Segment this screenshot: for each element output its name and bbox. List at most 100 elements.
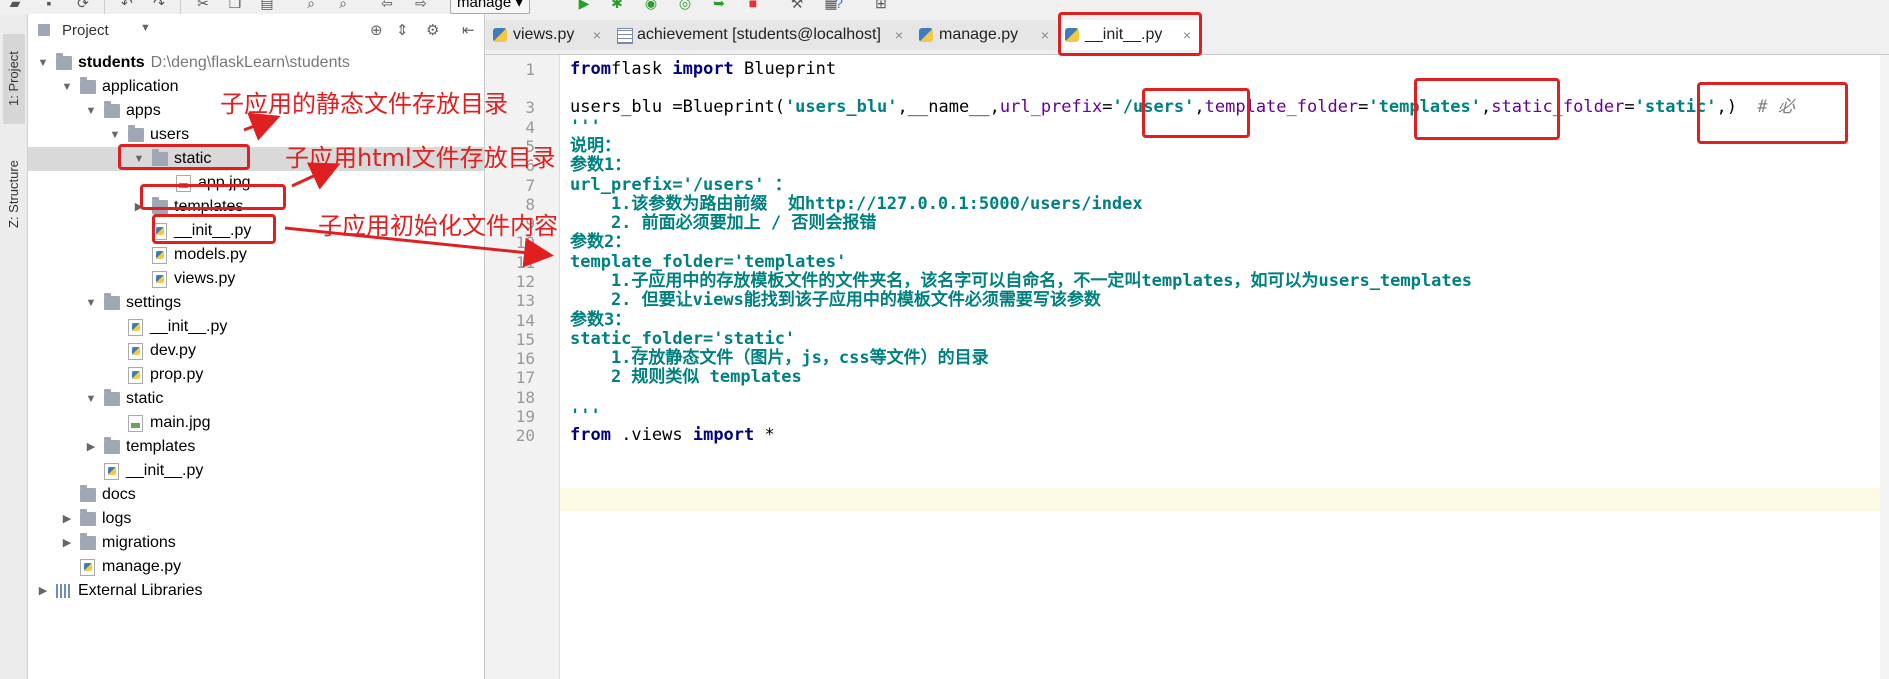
- code-token: 参数1：: [570, 155, 632, 175]
- code-editor[interactable]: fromflask import Blueprint users_blu =Blu…: [560, 55, 1880, 679]
- current-line-highlight: [560, 488, 1880, 511]
- sync-icon[interactable]: ⟳: [74, 0, 92, 12]
- code-token: 2. 前面必须要加上 / 否则会报错: [570, 213, 877, 233]
- tree-item[interactable]: docs: [28, 483, 484, 507]
- code-token: url_prefix='/users' ：: [570, 175, 792, 195]
- project-icon: [38, 24, 50, 36]
- tree-item-label: prop.py: [150, 366, 204, 383]
- copy-icon[interactable]: ❐: [226, 0, 244, 12]
- chevron-right-icon[interactable]: ▶: [84, 435, 98, 459]
- redo-icon[interactable]: ↷: [150, 0, 168, 12]
- tree-item-label: main.jpg: [150, 414, 211, 431]
- replace-icon[interactable]: ⌕: [334, 0, 352, 12]
- tree-item[interactable]: dev.py: [28, 339, 484, 363]
- editor-scrollbar[interactable]: [1880, 55, 1889, 679]
- tree-item[interactable]: ▼ static: [28, 387, 484, 411]
- code-token: ''': [570, 406, 601, 426]
- save-icon[interactable]: ▪: [40, 0, 58, 12]
- vcs-icon[interactable]: ⊞: [872, 0, 890, 12]
- coverage-icon[interactable]: ◉: [642, 0, 660, 12]
- tree-item[interactable]: main.jpg: [28, 411, 484, 435]
- line-number: 7: [525, 176, 535, 195]
- editor-tab-label: manage.py: [939, 26, 1019, 43]
- code-token: 说明：: [570, 136, 621, 156]
- code-token: .views: [610, 425, 693, 445]
- line-number: 19: [515, 407, 535, 426]
- table-icon: [617, 28, 633, 44]
- code-line: 2 规则类似 templates: [570, 366, 802, 388]
- static-folder-param-highlight: [1697, 82, 1848, 144]
- chevron-down-icon[interactable]: ▼: [60, 75, 74, 99]
- project-tool-tab[interactable]: 1: Project: [3, 34, 25, 124]
- collapse-all-icon[interactable]: ⇕: [396, 21, 409, 39]
- gear-icon[interactable]: ⚙: [426, 21, 439, 39]
- folder-icon: [104, 293, 120, 310]
- settings-wrench-icon[interactable]: ⚒: [788, 0, 806, 12]
- tree-item[interactable]: ▼ students D:\deng\flaskLearn\students: [28, 51, 484, 75]
- profile-icon[interactable]: ◎: [676, 0, 694, 12]
- tree-item[interactable]: __init__.py: [28, 459, 484, 483]
- run-icon[interactable]: ▶: [575, 0, 593, 12]
- close-icon[interactable]: ×: [895, 20, 903, 50]
- tree-item[interactable]: manage.py: [28, 555, 484, 579]
- chevron-down-icon[interactable]: ▼: [36, 51, 50, 75]
- editor-tab[interactable]: manage.py ×: [911, 20, 1058, 50]
- tree-item[interactable]: prop.py: [28, 363, 484, 387]
- chevron-right-icon[interactable]: ▶: [60, 507, 74, 531]
- run-config-select[interactable]: manage ▾: [450, 0, 530, 14]
- folder-icon: [104, 101, 120, 118]
- chevron-down-icon[interactable]: ▼: [84, 387, 98, 411]
- stop-icon[interactable]: ■: [744, 0, 762, 12]
- tree-item[interactable]: ▶ migrations: [28, 531, 484, 555]
- tree-item-label: apps: [126, 102, 161, 119]
- editor-tab[interactable]: achievement [students@localhost] ×: [609, 20, 912, 50]
- step-icon[interactable]: ➥: [710, 0, 728, 12]
- debug-icon[interactable]: ✱: [608, 0, 626, 12]
- tree-item[interactable]: models.py: [28, 243, 484, 267]
- run-config-label: manage: [457, 0, 512, 11]
- open-folder-icon[interactable]: ▰: [6, 0, 24, 12]
- editor-tab[interactable]: views.py ×: [485, 20, 610, 50]
- tree-item-label: __init__.py: [126, 462, 204, 479]
- close-icon[interactable]: ×: [593, 20, 601, 50]
- tree-item[interactable]: ▼ settings: [28, 291, 484, 315]
- chevron-down-icon[interactable]: ▼: [140, 22, 151, 34]
- code-line: 2. 但要让views能找到该子应用中的模板文件必须需要写该参数: [570, 289, 1101, 311]
- project-path-hint: D:\deng\flaskLearn\students: [150, 54, 350, 71]
- annotation-html-dir: 子应用html文件存放目录: [285, 144, 556, 172]
- paste-icon[interactable]: ▤: [258, 0, 276, 12]
- undo-icon[interactable]: ↶: [118, 0, 136, 12]
- code-token: ,__name__,: [897, 97, 1000, 117]
- templates-folder-highlight: [140, 184, 286, 210]
- folder-icon: [56, 53, 72, 70]
- forward-icon[interactable]: ⇨: [412, 0, 430, 12]
- help-icon[interactable]: ?: [830, 0, 848, 12]
- back-icon[interactable]: ⇦: [378, 0, 396, 12]
- cut-icon[interactable]: ✂: [194, 0, 212, 12]
- line-number: 11: [515, 253, 535, 272]
- structure-tool-tab[interactable]: Z: Structure: [3, 144, 25, 244]
- tree-item[interactable]: ▶ External Libraries: [28, 579, 484, 603]
- chevron-down-icon[interactable]: ▼: [84, 99, 98, 123]
- python-file-icon: [128, 319, 143, 336]
- find-icon[interactable]: ⌕: [302, 0, 320, 12]
- tree-item[interactable]: ▶ templates: [28, 435, 484, 459]
- chevron-down-icon[interactable]: ▼: [84, 291, 98, 315]
- hide-panel-icon[interactable]: ⇤: [462, 21, 475, 39]
- chevron-right-icon[interactable]: ▶: [60, 531, 74, 555]
- code-token: flask: [610, 59, 673, 79]
- tree-item-label: settings: [126, 294, 182, 311]
- url-prefix-highlight: [1142, 88, 1250, 138]
- tree-item[interactable]: __init__.py: [28, 315, 484, 339]
- chevron-right-icon[interactable]: ▶: [36, 579, 50, 603]
- tree-item[interactable]: views.py: [28, 267, 484, 291]
- image-file-icon: [128, 415, 143, 432]
- code-token: ''': [570, 117, 601, 137]
- close-icon[interactable]: ×: [1041, 20, 1049, 50]
- code-token: 参数3：: [570, 310, 632, 330]
- tree-item[interactable]: ▶ logs: [28, 507, 484, 531]
- code-token: =: [1358, 97, 1369, 117]
- code-line: from .views import *: [570, 424, 775, 446]
- locate-icon[interactable]: ⊕: [370, 21, 383, 39]
- project-view-selector[interactable]: Project: [62, 22, 109, 39]
